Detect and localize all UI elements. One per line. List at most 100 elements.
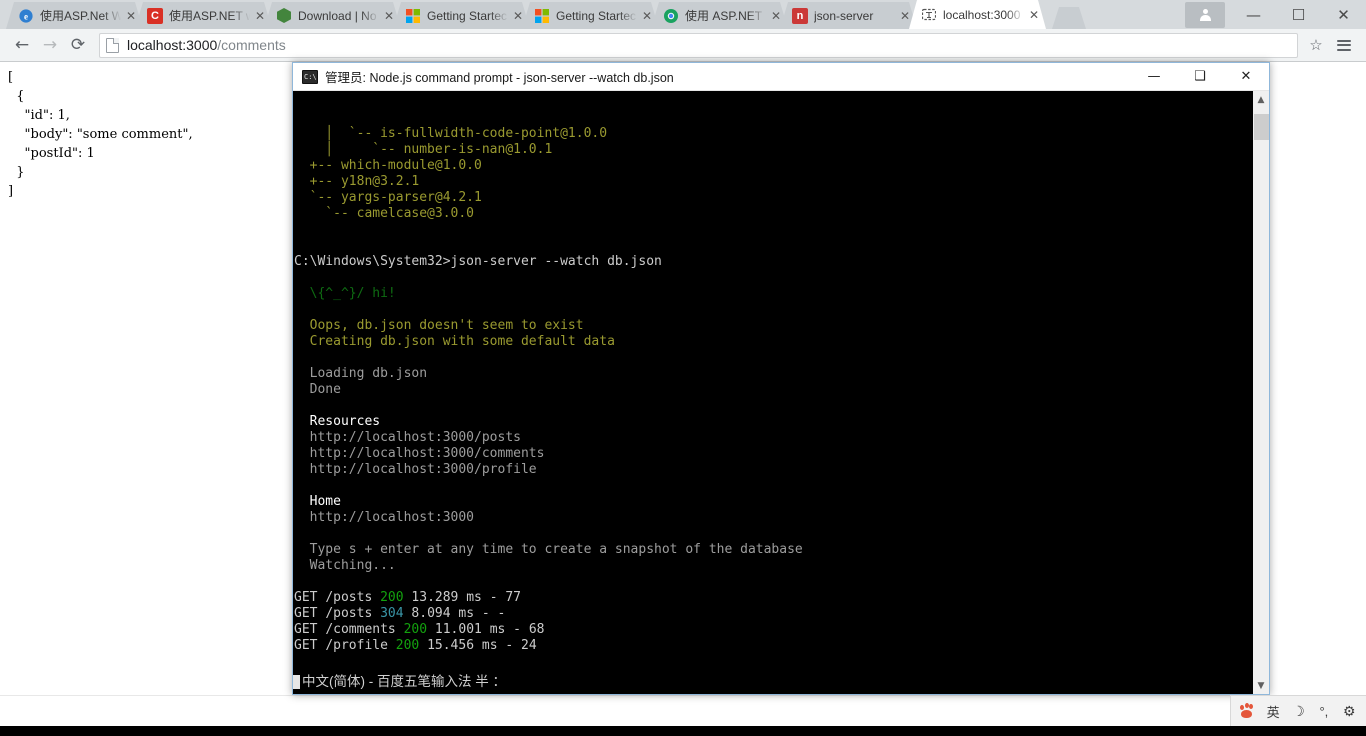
request-method: GET xyxy=(294,606,318,621)
bookmark-star-icon[interactable]: ☆ xyxy=(1302,31,1330,59)
console-line: \{^_^}/ hi! xyxy=(294,286,396,301)
tab-close-icon[interactable]: ✕ xyxy=(381,8,397,24)
browser-tab-3[interactable]: Getting Startec ✕ xyxy=(393,2,530,29)
request-path: /posts xyxy=(325,590,373,605)
console-line: Loading db.json xyxy=(294,366,428,381)
request-method: GET xyxy=(294,622,318,637)
tab-strip: e 使用ASP.Net W ✕ C 使用ASP.NET w ✕ Download | No ✕… xyxy=(0,0,1366,29)
tab-close-icon[interactable]: ✕ xyxy=(252,8,268,24)
microsoft-icon xyxy=(405,8,421,24)
console-line: Oops, db.json doesn't seem to exist xyxy=(294,318,584,333)
console-title-bar[interactable]: 管理员: Node.js command prompt - json-serve… xyxy=(293,63,1269,91)
url-host: localhost:3000 xyxy=(127,37,218,53)
scrollbar-thumb[interactable] xyxy=(1254,114,1269,140)
console-line: Done xyxy=(294,382,341,397)
chrome-icon xyxy=(663,8,679,24)
console-output[interactable]: │ `-- is-fullwidth-code-point@1.0.0 │ `-… xyxy=(293,91,1252,694)
browser-window-controls: — ☐ ✕ xyxy=(1185,0,1366,29)
scroll-down-arrow-icon[interactable]: ▼ xyxy=(1253,677,1269,694)
request-status-code: 200 xyxy=(380,590,404,605)
browser-maximize-button[interactable]: ☐ xyxy=(1276,0,1321,29)
console-body: │ `-- is-fullwidth-code-point@1.0.0 │ `-… xyxy=(293,91,1269,694)
browser-toolbar: ← → ⟳ localhost:3000/comments ☆ xyxy=(0,29,1366,62)
microsoft-icon xyxy=(534,8,550,24)
browser-tab-0[interactable]: e 使用ASP.Net W ✕ xyxy=(6,2,143,29)
back-button[interactable]: ← xyxy=(8,31,36,59)
request-path: /posts xyxy=(325,606,373,621)
tab-close-icon[interactable]: ✕ xyxy=(897,8,913,24)
tab-close-icon[interactable]: ✕ xyxy=(768,8,784,24)
new-tab-button[interactable] xyxy=(1052,7,1086,29)
command-prompt-window[interactable]: 管理员: Node.js command prompt - json-serve… xyxy=(292,62,1270,695)
request-status-code: 200 xyxy=(395,638,420,653)
svg-text:e: e xyxy=(24,11,28,21)
console-maximize-button[interactable]: ❑ xyxy=(1177,63,1223,91)
browser-tab-7[interactable]: localhost:3000 ✕ xyxy=(909,0,1046,29)
console-app-icon xyxy=(302,69,318,84)
browser-tab-4[interactable]: Getting Startec ✕ xyxy=(522,2,659,29)
console-line: http://localhost:3000/comments xyxy=(294,446,545,461)
scroll-up-arrow-icon[interactable]: ▲ xyxy=(1253,91,1269,108)
ime-status-overlay: 中文(简体) - 百度五笔输入法 半 ： xyxy=(293,670,1252,694)
npm-icon: n xyxy=(792,7,808,24)
tab-close-icon[interactable]: ✕ xyxy=(510,8,526,24)
console-line: +-- y18n@3.2.1 xyxy=(294,174,420,189)
console-line: http://localhost:3000/profile xyxy=(294,462,537,477)
profile-avatar-button[interactable] xyxy=(1185,1,1225,28)
console-line: `-- yargs-parser@4.2.1 xyxy=(294,190,482,205)
ime-language-mode-button[interactable]: 英 xyxy=(1262,700,1284,722)
console-minimize-button[interactable]: — xyxy=(1131,63,1177,91)
generic-page-icon xyxy=(921,7,937,23)
console-request-log-line: GET /posts 200 13.289 ms - 77 xyxy=(294,590,522,605)
browser-tab-1[interactable]: C 使用ASP.NET w ✕ xyxy=(135,2,272,29)
console-request-log-line: GET /profile 200 15.456 ms - 24 xyxy=(294,638,537,653)
reload-button[interactable]: ⟳ xyxy=(64,31,92,59)
tab-close-icon[interactable]: ✕ xyxy=(1026,7,1042,23)
chrome-menu-button[interactable] xyxy=(1330,31,1358,59)
text-caret xyxy=(293,675,300,689)
console-line: Home xyxy=(294,494,341,509)
request-status-code: 200 xyxy=(403,622,428,637)
ie-icon: e xyxy=(18,8,34,24)
browser-tab-2[interactable]: Download | No ✕ xyxy=(264,2,401,29)
console-close-button[interactable]: ✕ xyxy=(1223,63,1269,91)
address-bar[interactable]: localhost:3000/comments xyxy=(99,32,1298,58)
console-line: +-- which-module@1.0.0 xyxy=(294,158,482,173)
console-line: Creating db.json with some default data xyxy=(294,334,615,349)
console-line: Watching... xyxy=(294,558,396,573)
console-title-text: 管理员: Node.js command prompt - json-serve… xyxy=(325,71,674,85)
moon-icon[interactable]: ☽ xyxy=(1287,700,1309,722)
console-line: │ `-- number-is-nan@1.0.1 xyxy=(294,142,553,157)
forward-button[interactable]: → xyxy=(36,31,64,59)
baidu-logo-icon[interactable] xyxy=(1237,700,1259,722)
browser-minimize-button[interactable]: — xyxy=(1231,0,1276,29)
settings-gear-icon[interactable]: ⚙ xyxy=(1338,700,1360,722)
console-line: Type s + enter at any time to create a s… xyxy=(294,542,803,557)
request-duration: 15.456 ms xyxy=(427,638,498,653)
tab-close-icon[interactable]: ✕ xyxy=(123,8,139,24)
browser-close-button[interactable]: ✕ xyxy=(1321,0,1366,29)
browser-tab-label: localhost:3000 xyxy=(943,7,1021,22)
hamburger-menu-icon xyxy=(1337,39,1351,51)
windows-taskbar[interactable] xyxy=(0,726,1366,736)
punctuation-icon[interactable]: °, xyxy=(1313,700,1335,722)
baidu-ime-toolbar[interactable]: 英 ☽ °, ⚙ xyxy=(1230,695,1366,726)
request-size: 68 xyxy=(528,622,545,637)
browser-tab-label: 使用ASP.Net W xyxy=(40,9,121,23)
browser-tab-6[interactable]: n json-server ✕ xyxy=(780,2,917,29)
browser-tab-label: Download | No xyxy=(298,8,377,23)
browser-tab-5[interactable]: 使用 ASP.NET F ✕ xyxy=(651,2,788,29)
console-scrollbar[interactable]: ▲ ▼ xyxy=(1252,91,1269,694)
request-method: GET xyxy=(294,590,318,605)
request-duration: 13.289 ms xyxy=(411,590,482,605)
tab-close-icon[interactable]: ✕ xyxy=(639,8,655,24)
c-icon: C xyxy=(147,7,163,24)
page-info-icon[interactable] xyxy=(106,37,119,53)
